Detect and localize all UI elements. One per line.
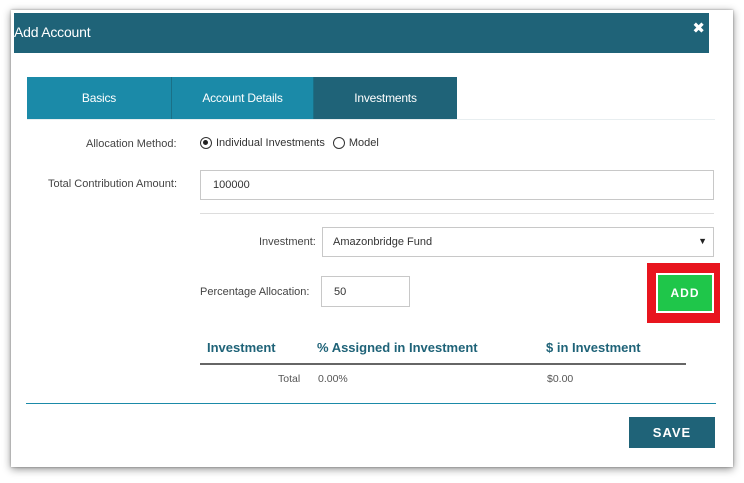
allocation-method-radio-group: Individual Investments Model [200,137,387,149]
total-row-percent: 0.00% [318,373,348,385]
investment-label: Investment: [259,236,316,248]
tab-account-details[interactable]: Account Details [172,77,314,119]
dropdown-caret-icon: ▼ [698,236,707,246]
table-header-divider [200,363,686,365]
table-header-dollar-amount: $ in Investment [546,340,641,355]
investment-select[interactable]: Amazonbridge Fund ▼ [322,227,714,257]
section-divider [200,213,714,214]
radio-individual-investments-label[interactable]: Individual Investments [216,137,325,149]
total-row-label: Total [278,373,301,385]
total-contribution-label: Total Contribution Amount: [48,178,178,190]
radio-model[interactable] [332,137,345,149]
footer-divider [26,403,716,404]
table-header-percent-assigned: % Assigned in Investment [317,340,478,355]
radio-model-label[interactable]: Model [349,137,379,149]
total-row-amount: $0.00 [547,373,574,385]
investment-select-value: Amazonbridge Fund [333,236,433,248]
tab-investments[interactable]: Investments [314,77,457,119]
dialog-title: Add Account [14,24,91,40]
tab-bar: Basics Account Details Investments [27,77,457,119]
add-button[interactable]: ADD [656,273,714,313]
tab-basics[interactable]: Basics [27,77,172,119]
allocation-method-label: Allocation Method: [86,138,177,150]
radio-individual-investments[interactable] [200,137,212,149]
tab-divider [27,119,715,120]
percentage-allocation-input[interactable]: 50 [321,276,410,307]
save-button[interactable]: SAVE [629,417,715,448]
total-contribution-input[interactable]: 100000 [200,170,714,200]
dialog-titlebar: Add Account ✖ [14,13,709,53]
close-icon[interactable]: ✖ [692,21,705,37]
table-header-investment: Investment [207,340,276,355]
percentage-allocation-label: Percentage Allocation: [200,286,310,298]
